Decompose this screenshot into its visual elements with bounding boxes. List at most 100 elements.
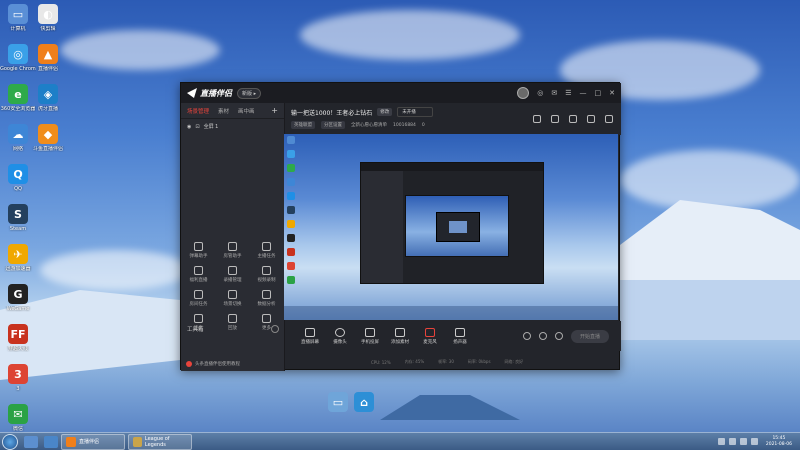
camera-label: 摄像头	[333, 339, 347, 345]
taskbar-task-streaming[interactable]: 直播伴侣	[61, 433, 125, 450]
desktop-quick-icon[interactable]	[24, 435, 38, 448]
maximize-button[interactable]: □	[595, 89, 602, 97]
gift-icon[interactable]	[533, 115, 541, 123]
desktop-icon-lock[interactable]: ⌂	[346, 392, 382, 414]
monitor-icon	[305, 327, 315, 337]
preview-icon	[287, 136, 295, 144]
region-chip[interactable]: 分区设置	[321, 121, 345, 129]
tool-icon	[194, 266, 203, 275]
nested-preview-3	[449, 221, 467, 233]
desktop-icon[interactable]: ✉ 微信	[0, 404, 36, 432]
edit-title-button[interactable]: 修改	[377, 108, 393, 116]
app-icon: ◆	[38, 124, 58, 144]
phone-cast-button[interactable]: 手机投屏	[357, 327, 383, 345]
speaker-button[interactable]: 扬声器	[447, 327, 473, 345]
room-id: 10016884	[393, 122, 416, 128]
bag-icon[interactable]	[551, 115, 559, 123]
desktop-icon[interactable]: ◈ 虎牙直播	[30, 84, 66, 112]
add-material-button[interactable]: 添加素材	[387, 327, 413, 345]
record-icon[interactable]	[522, 332, 531, 340]
app-icon: 3	[8, 364, 28, 384]
window-controls: ◎ ✉ ☰ — □ ✕	[517, 87, 615, 99]
desktop-icon[interactable]: Q QQ	[0, 164, 36, 192]
desktop-icon[interactable]: 33	[0, 364, 36, 392]
tool-icon	[262, 290, 271, 299]
desktop-icon[interactable]: G WeGame	[0, 284, 36, 312]
start-live-button[interactable]: 开始直播	[570, 329, 609, 343]
mail-icon[interactable]: ✉	[551, 89, 557, 97]
clock-icon[interactable]	[538, 332, 547, 340]
tool-button[interactable]: 房间任务	[182, 290, 215, 307]
tool-button[interactable]: 更多	[250, 314, 283, 331]
desktop-icon-label: 虎牙直播	[37, 106, 58, 112]
volume-icon[interactable]	[750, 438, 758, 445]
preview-icon	[287, 220, 295, 228]
preview-icon	[287, 192, 295, 200]
wishlist-text[interactable]: 全新心愿心愿清单	[351, 122, 387, 128]
taskbar-task-lol[interactable]: League of Legends	[128, 433, 192, 450]
tray-icon[interactable]	[728, 438, 736, 445]
bell-icon[interactable]	[587, 115, 595, 123]
tool-icon	[228, 242, 237, 251]
tool-button[interactable]: 弹幕助手	[182, 242, 215, 259]
tool-icon	[228, 290, 237, 299]
desktop-icon[interactable]: S Steam	[0, 204, 36, 232]
desktop-icon[interactable]: ◆ 斗鱼直播伴侣	[30, 124, 66, 152]
tray-icon[interactable]	[717, 438, 725, 445]
menu-icon[interactable]: ☰	[565, 89, 571, 97]
app-icon: ◎	[8, 44, 28, 64]
tool-button[interactable]: 场景切换	[216, 290, 249, 307]
lol-app-icon	[133, 436, 142, 447]
speaker-icon	[455, 327, 465, 337]
desktop-icon[interactable]: FF 穿越火线	[0, 324, 36, 352]
screen-capture-label: 直播屏幕	[301, 339, 319, 345]
tool-button[interactable]: 房管助手	[216, 242, 249, 259]
explorer-quick-icon[interactable]	[44, 435, 58, 448]
tool-button[interactable]: 录播管理	[216, 266, 249, 283]
minimize-button[interactable]: —	[580, 89, 587, 97]
preview-icon	[287, 248, 295, 256]
tool-button[interactable]: 主播任务	[250, 242, 283, 259]
screen-capture-button[interactable]: 直播屏幕	[297, 327, 323, 345]
microphone-button[interactable]: 麦克风	[417, 327, 443, 345]
like-count: 0	[421, 122, 425, 128]
live-preview-canvas[interactable]	[284, 134, 618, 320]
toolbox-grid: 弹幕助手 房管助手 主播任务福利直播 录播管理 视频录制房间任务 场景切换 数据分析连麦 回放…	[180, 82, 284, 370]
tool-icon	[262, 266, 271, 275]
tutorial-link[interactable]: 头条直播伴侣使用教程	[186, 361, 240, 367]
avatar[interactable]	[517, 87, 530, 99]
desktop-icon-label: 3	[16, 386, 20, 392]
box-icon[interactable]	[569, 115, 577, 123]
desktop-icon-label: 斗鱼直播伴侣	[32, 146, 63, 152]
category-chip[interactable]: 英雄联盟	[291, 121, 315, 129]
app-icon: FF	[8, 324, 28, 344]
status-field[interactable]: 未开播	[397, 107, 433, 117]
app-icon: Q	[8, 164, 28, 184]
preview-icon	[287, 178, 295, 186]
app-icon: G	[8, 284, 28, 304]
tool-button[interactable]: 视频录制	[250, 266, 283, 283]
tool-button[interactable]: 连麦	[182, 314, 215, 331]
top-right-icons	[533, 115, 613, 123]
clock[interactable]: 15:45 2021-08-06	[762, 436, 796, 448]
start-button[interactable]	[2, 433, 18, 450]
tool-label: 福利直播	[189, 278, 208, 283]
desktop-icon[interactable]: ✈ 迅游加速器	[0, 244, 36, 272]
tool-icon	[194, 290, 203, 299]
tool-label: 录播管理	[223, 278, 242, 283]
tool-button[interactable]: 数据分析	[250, 290, 283, 307]
preview-icon	[287, 164, 295, 172]
room-title: 输一把送1000！王者必上钻石	[291, 109, 373, 117]
desktop-icon[interactable]: ◐ 快剪辑	[30, 4, 66, 32]
desktop-icon[interactable]: ▲ 直播伴侣	[30, 44, 66, 72]
network-icon[interactable]	[739, 438, 747, 445]
close-button[interactable]: ✕	[609, 89, 615, 97]
circle-icon[interactable]: ◎	[537, 89, 543, 97]
camera-icon	[335, 327, 345, 337]
tool-button[interactable]: 回放	[216, 314, 249, 331]
camera-button[interactable]: 摄像头	[327, 327, 353, 345]
settings-icon[interactable]	[554, 332, 563, 340]
share-icon[interactable]	[605, 115, 613, 123]
tool-button[interactable]: 福利直播	[182, 266, 215, 283]
streaming-app-icon	[66, 436, 76, 447]
